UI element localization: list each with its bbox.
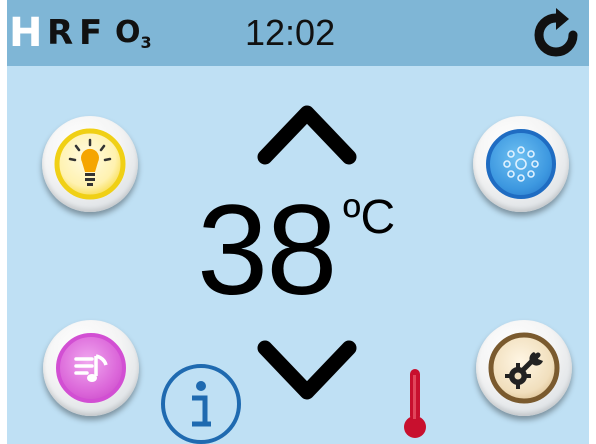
ozone-label: O bbox=[115, 15, 141, 50]
heater-indicator: H bbox=[9, 10, 43, 56]
temperature-display: 38 ºC bbox=[197, 176, 437, 326]
settings-button[interactable] bbox=[476, 320, 572, 416]
music-button[interactable] bbox=[43, 320, 139, 416]
settings-icon bbox=[488, 332, 560, 404]
jets-icon bbox=[486, 129, 556, 199]
info-button[interactable] bbox=[159, 362, 243, 444]
chevron-up-icon bbox=[257, 105, 357, 165]
temperature-down-button[interactable] bbox=[251, 330, 363, 410]
spa-control-screen: H R F O3 12:02 38 ºC bbox=[7, 0, 589, 444]
clock: 12:02 bbox=[245, 12, 336, 53]
filter-indicator: F bbox=[79, 13, 103, 53]
temperature-value: 38 bbox=[197, 179, 337, 322]
status-bar: H R F O3 12:02 bbox=[7, 0, 589, 66]
info-icon bbox=[161, 364, 241, 444]
thermometer-icon bbox=[400, 365, 430, 441]
temperature-unit: ºC bbox=[343, 191, 396, 244]
ozone-subscript: 3 bbox=[140, 33, 152, 52]
ozone-indicator: O3 bbox=[115, 10, 155, 56]
music-icon bbox=[56, 333, 126, 403]
chevron-down-icon bbox=[257, 340, 357, 400]
light-button[interactable] bbox=[42, 116, 138, 212]
temperature-up-button[interactable] bbox=[251, 95, 363, 175]
r-indicator: R bbox=[47, 13, 74, 53]
jets-button[interactable] bbox=[473, 116, 569, 212]
light-bulb-icon bbox=[54, 128, 126, 200]
refresh-icon[interactable] bbox=[529, 8, 583, 62]
